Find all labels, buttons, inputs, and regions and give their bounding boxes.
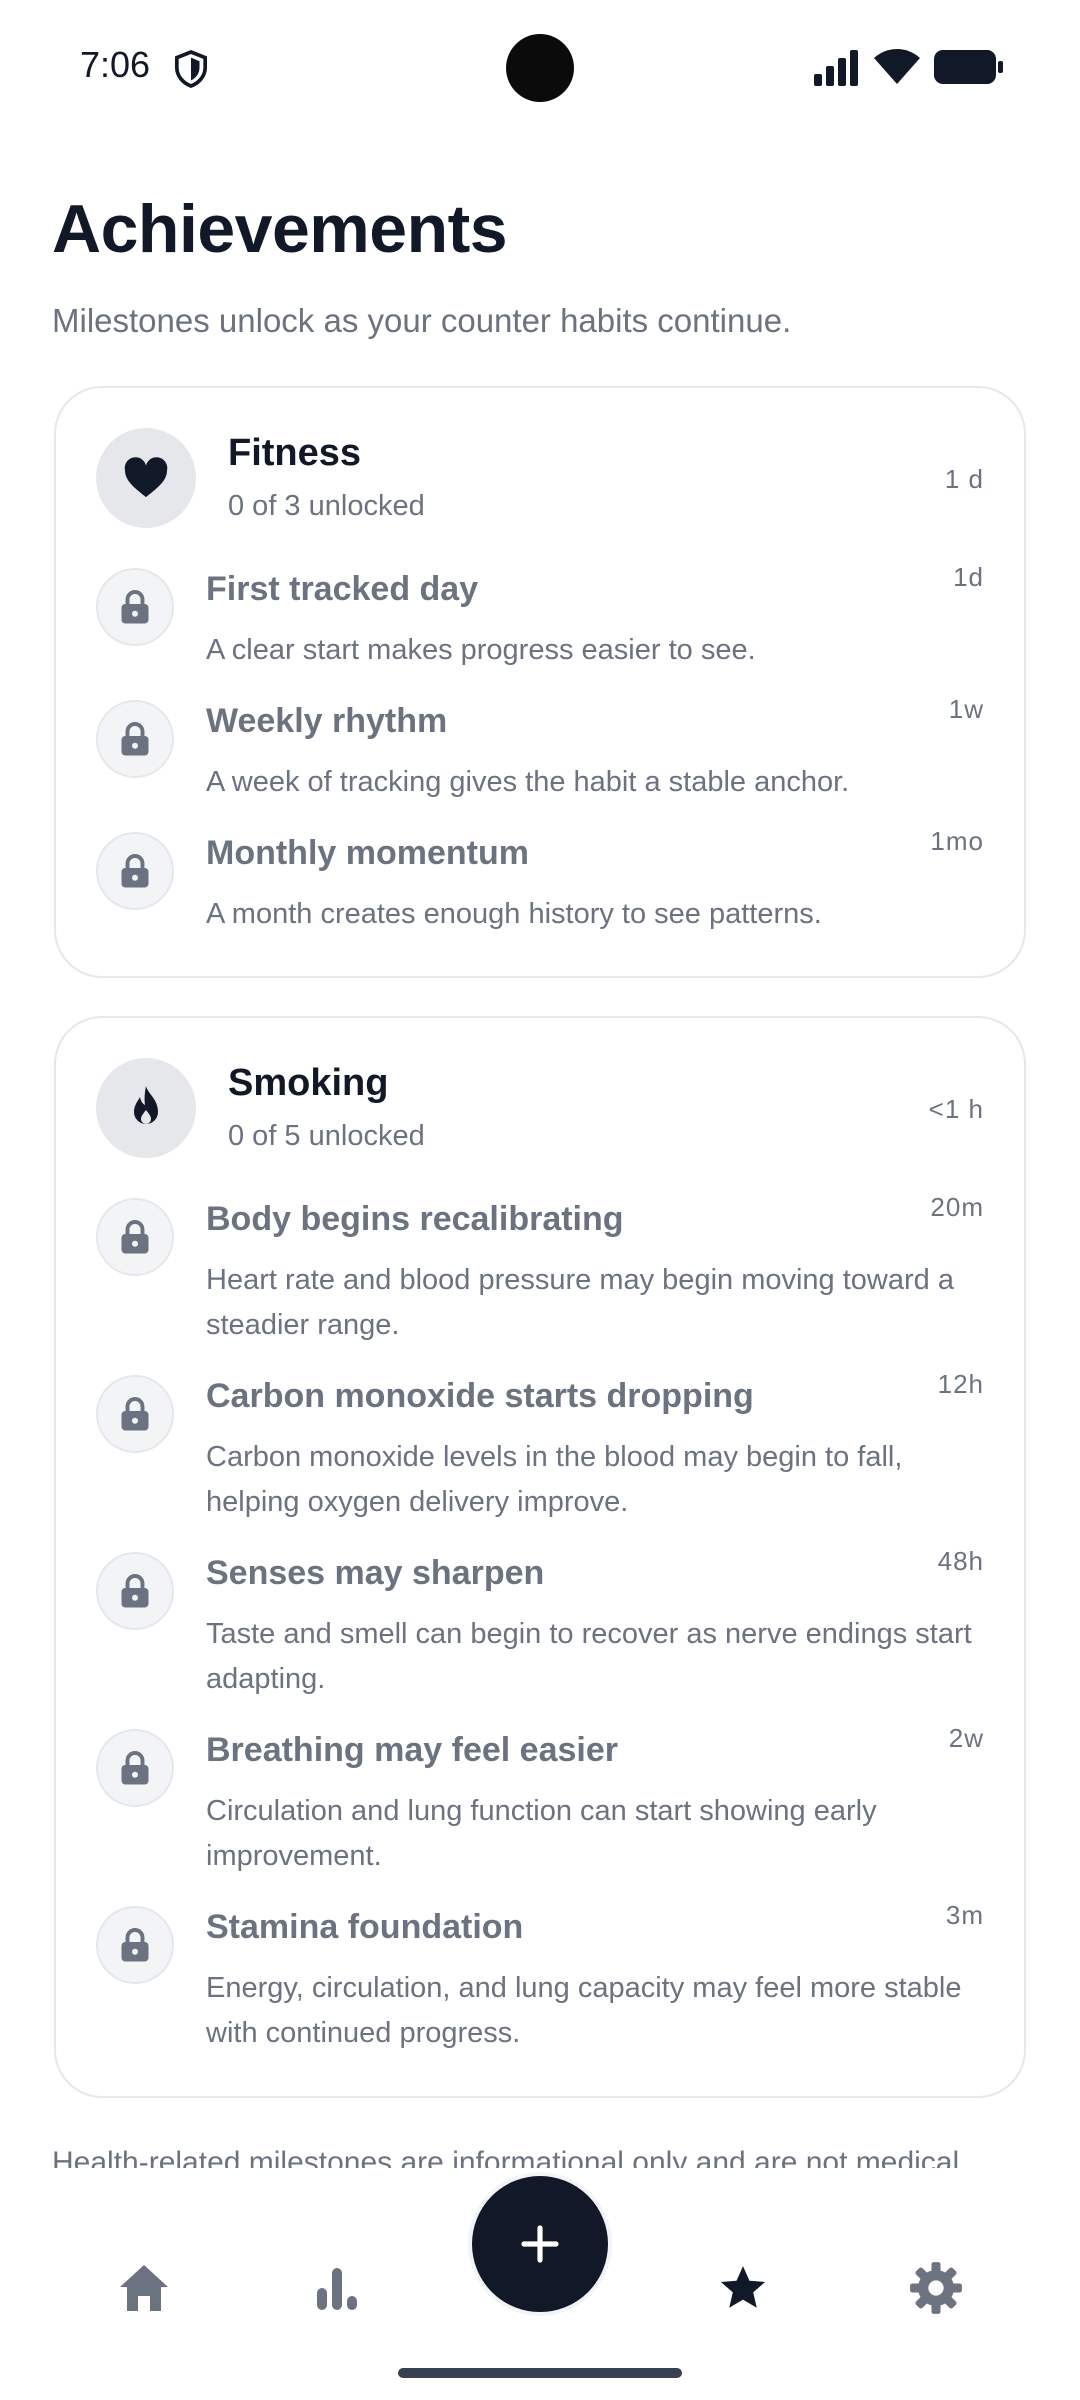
lock-badge (96, 568, 174, 646)
achievement-time: 3m (945, 1900, 984, 1930)
home-icon (120, 2265, 168, 2311)
lock-icon (121, 1751, 149, 1785)
achievement-title: Weekly rhythm (206, 702, 448, 740)
lock-icon (121, 1574, 149, 1608)
lock-badge (96, 1552, 174, 1630)
nav-settings-button[interactable] (896, 2248, 976, 2328)
achievement-description: A month creates enough history to see pa… (206, 898, 822, 930)
achievement-description: Heart rate and blood pressure may begin … (206, 1264, 954, 1341)
achievement-time: 20m (930, 1192, 984, 1222)
star-icon (720, 2266, 766, 2308)
achievement-title: Stamina foundation (206, 1908, 524, 1946)
status-time: 7:06 (80, 44, 151, 85)
category-time: 1 d (944, 464, 984, 494)
lock-icon (121, 1397, 149, 1431)
lock-icon (121, 1220, 149, 1254)
achievement-description: A clear start makes progress easier to s… (206, 634, 756, 666)
achievement-time: 1mo (930, 826, 984, 856)
bar-chart-icon (317, 2268, 357, 2310)
battery-icon (934, 50, 1003, 84)
category-time: <1 h (928, 1094, 984, 1124)
category-card-smoking[interactable]: Smoking 0 of 5 unlocked <1 h Body begins… (54, 1016, 1026, 2098)
page-title: Achievements (52, 191, 508, 267)
achievement-title: Monthly momentum (206, 834, 529, 872)
category-icon-circle (96, 1058, 196, 1158)
page-subtitle: Milestones unlock as your counter habits… (52, 302, 792, 339)
category-card-fitness[interactable]: Fitness 0 of 3 unlocked 1 d First tracke… (54, 386, 1026, 978)
category-name: Smoking (228, 1062, 389, 1104)
lock-icon (121, 722, 149, 756)
lock-badge (96, 1906, 174, 1984)
lock-badge (96, 1375, 174, 1453)
plus-icon (521, 2225, 559, 2263)
achievement-title: Breathing may feel easier (206, 1731, 618, 1769)
flame-icon (134, 1086, 158, 1124)
add-button[interactable] (468, 2172, 612, 2316)
achievement-description: Energy, circulation, and lung capacity m… (206, 1972, 962, 2049)
category-unlocked-count: 0 of 5 unlocked (228, 1120, 425, 1152)
achievement-description: Taste and smell can begin to recover as … (206, 1618, 972, 1695)
category-name: Fitness (228, 432, 362, 474)
bottom-nav (0, 2168, 1080, 2400)
status-bar: 7:06 (0, 0, 1080, 136)
lock-badge (96, 832, 174, 910)
nav-home-button[interactable] (104, 2248, 184, 2328)
achievement-title: Carbon monoxide starts dropping (206, 1377, 754, 1415)
home-indicator (398, 2368, 682, 2378)
achievement-description: Carbon monoxide levels in the blood may … (206, 1441, 903, 1518)
gear-icon (910, 2262, 962, 2314)
lock-badge (96, 1729, 174, 1807)
lock-badge (96, 700, 174, 778)
achievement-time: 1w (948, 694, 984, 724)
cell-signal-icon (814, 50, 858, 86)
achievement-description: A week of tracking gives the habit a sta… (206, 766, 850, 798)
lock-icon (121, 590, 149, 624)
nav-achievements-button[interactable] (703, 2248, 783, 2328)
achievement-title: Senses may sharpen (206, 1554, 545, 1592)
category-unlocked-count: 0 of 3 unlocked (228, 490, 425, 522)
lock-icon (121, 1928, 149, 1962)
achievement-time: 12h (937, 1369, 984, 1399)
wifi-icon (874, 49, 920, 84)
achievement-time: 2w (948, 1723, 984, 1753)
category-icon-circle (96, 428, 196, 528)
camera-cutout (506, 34, 574, 102)
nav-stats-button[interactable] (297, 2248, 377, 2328)
achievement-title: Body begins recalibrating (206, 1200, 624, 1238)
achievement-time: 48h (937, 1546, 984, 1576)
lock-badge (96, 1198, 174, 1276)
achievement-description: Circulation and lung function can start … (206, 1795, 877, 1872)
lock-icon (121, 854, 149, 888)
shield-icon (174, 50, 208, 88)
heart-icon (124, 457, 168, 498)
achievement-title: First tracked day (206, 570, 479, 608)
achievement-time: 1d (953, 562, 984, 592)
